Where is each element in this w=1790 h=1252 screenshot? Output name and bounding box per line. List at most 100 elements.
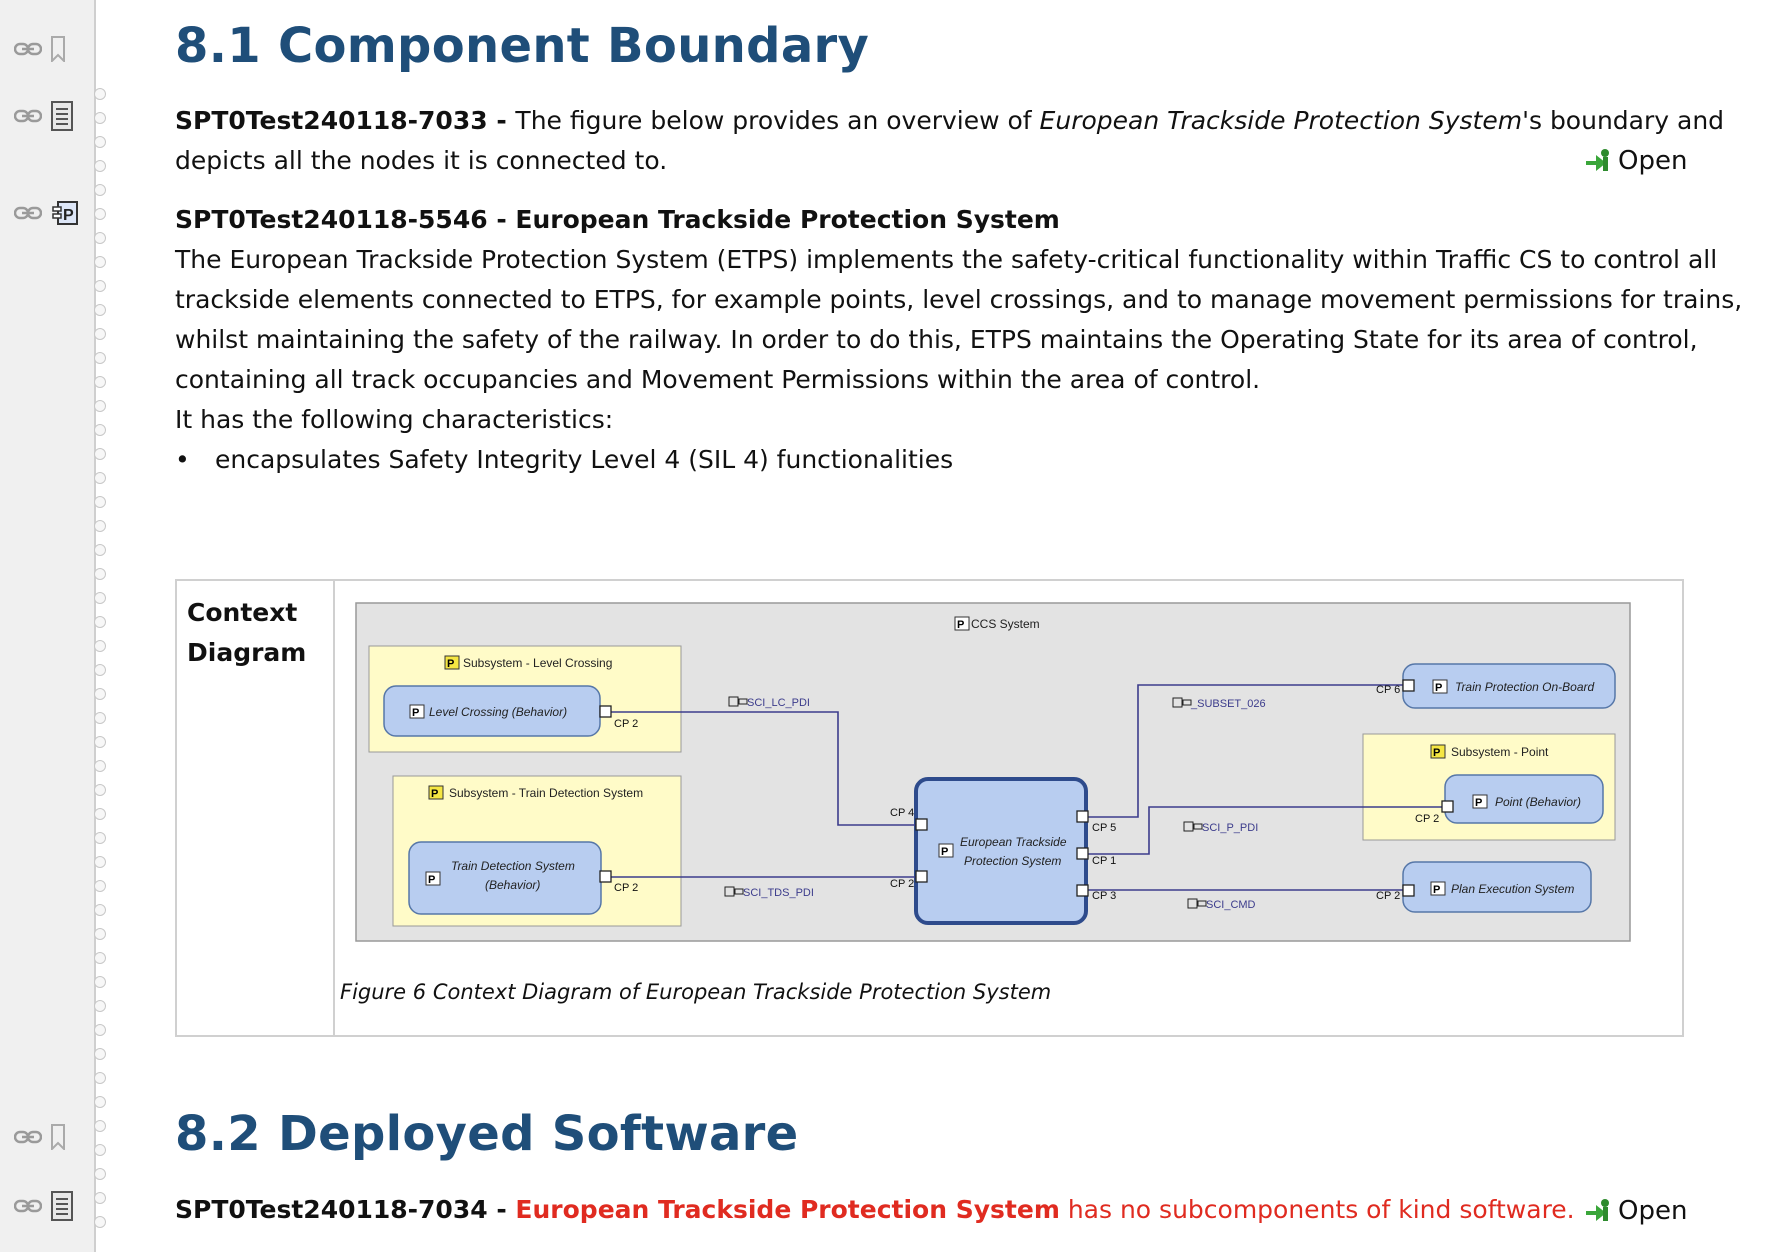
svg-text:P: P xyxy=(1433,884,1440,896)
svg-text:SCI_TDS_PDI: SCI_TDS_PDI xyxy=(743,887,814,899)
port-tds-cp2[interactable] xyxy=(599,870,612,883)
link-icon[interactable] xyxy=(14,205,42,221)
part-component-icon[interactable]: P xyxy=(50,200,78,226)
svg-text:SCI_P_PDI: SCI_P_PDI xyxy=(1202,822,1258,834)
gutter-dot xyxy=(94,952,106,964)
separator: - xyxy=(487,106,516,135)
svg-text:CP 2: CP 2 xyxy=(1415,813,1439,825)
separator: - xyxy=(487,1195,516,1224)
port-lc-cp2[interactable] xyxy=(599,705,612,718)
gutter-row-req-5546: P xyxy=(14,200,78,226)
gutter-dot xyxy=(94,616,106,628)
link-icon[interactable] xyxy=(14,108,42,124)
gutter-dot xyxy=(94,376,106,388)
gutter-dot xyxy=(94,712,106,724)
gutter-dot xyxy=(94,232,106,244)
svg-text:CP 2: CP 2 xyxy=(614,718,638,730)
gutter-row-heading-2 xyxy=(14,1124,66,1150)
svg-text:CCS System: CCS System xyxy=(971,617,1040,631)
port-etps-cp2[interactable] xyxy=(915,870,928,883)
svg-text:CP 3: CP 3 xyxy=(1092,890,1116,902)
gutter-dot xyxy=(94,424,106,436)
gutter-dot xyxy=(94,1192,106,1204)
level-crossing-behavior-label: P Level Crossing (Behavior) xyxy=(409,704,567,719)
gutter-dot xyxy=(94,1120,106,1132)
port-etps-cp3[interactable] xyxy=(1076,884,1089,897)
svg-text:P: P xyxy=(1475,797,1482,809)
gutter-dot xyxy=(94,904,106,916)
link-icon[interactable] xyxy=(14,41,42,57)
svg-text:P: P xyxy=(957,619,964,631)
svg-text:(Behavior): (Behavior) xyxy=(485,878,540,892)
svg-text:SCI_LC_PDI: SCI_LC_PDI xyxy=(747,697,810,709)
gutter-dot xyxy=(94,640,106,652)
gutter-dot xyxy=(94,280,106,292)
bullet-item: encapsulates Safety Integrity Level 4 (S… xyxy=(215,445,954,474)
gutter-dot xyxy=(94,1072,106,1084)
gutter-dot xyxy=(94,568,106,580)
gutter-dot xyxy=(94,544,106,556)
svg-text:CP 2: CP 2 xyxy=(1376,890,1400,902)
open-button[interactable]: Open xyxy=(1584,146,1687,176)
svg-text:P: P xyxy=(431,788,438,800)
open-arrow-icon xyxy=(1586,149,1609,171)
gutter-row-req-7034 xyxy=(14,1191,74,1221)
gutter-dot xyxy=(94,832,106,844)
gutter-dot xyxy=(94,112,106,124)
gutter-dot xyxy=(94,328,106,340)
gutter-dots xyxy=(94,88,108,1248)
svg-text:Point (Behavior): Point (Behavior) xyxy=(1495,795,1581,809)
bullet-dot: • xyxy=(175,445,190,474)
gutter-dot xyxy=(94,88,106,100)
open-button[interactable]: Open xyxy=(1584,1196,1687,1226)
ccs-system-title: P CCS System xyxy=(954,616,1040,631)
port-etps-cp4[interactable] xyxy=(915,818,928,831)
gutter-dot xyxy=(94,1048,106,1060)
subsystem-train-detection-title: P Subsystem - Train Detection System xyxy=(428,785,643,800)
gutter-dot xyxy=(94,160,106,172)
port-plan-cp2[interactable] xyxy=(1402,884,1415,897)
document-icon[interactable] xyxy=(50,1191,74,1221)
svg-text:CP 4: CP 4 xyxy=(890,807,914,819)
svg-text:P: P xyxy=(428,874,435,886)
gutter-dot xyxy=(94,1168,106,1180)
svg-text:CP 1: CP 1 xyxy=(1092,855,1116,867)
context-diagram[interactable]: P CCS System P Subsystem - Level Crossin… xyxy=(355,602,1631,942)
requirement-5546: SPT0Test240118-5546 - European Trackside… xyxy=(175,200,1742,480)
document-icon[interactable] xyxy=(50,101,74,131)
port-tpob-cp6[interactable] xyxy=(1402,679,1415,692)
gutter-row-heading-1 xyxy=(14,36,66,62)
gutter-dot xyxy=(94,520,106,532)
svg-text:CP 6: CP 6 xyxy=(1376,684,1400,696)
gutter-dot xyxy=(94,1096,106,1108)
section-heading-deployed-software: 8.2 Deployed Software xyxy=(175,1106,799,1162)
svg-text:SCI_CMD: SCI_CMD xyxy=(1206,899,1256,911)
gutter-dot xyxy=(94,136,106,148)
svg-text:Plan Execution System: Plan Execution System xyxy=(1451,882,1574,896)
link-icon[interactable] xyxy=(14,1198,42,1214)
gutter-dot xyxy=(94,760,106,772)
requirement-id[interactable]: SPT0Test240118-7034 xyxy=(175,1195,488,1224)
warning-text: has no subcomponents of kind software. xyxy=(1059,1195,1575,1224)
gutter-dot xyxy=(94,1000,106,1012)
requirement-7033: SPT0Test240118-7033 - The figure below p… xyxy=(175,101,1724,181)
bookmark-icon[interactable] xyxy=(50,1124,66,1150)
requirement-title[interactable]: SPT0Test240118-5546 - European Trackside… xyxy=(175,205,1060,234)
gutter-dot xyxy=(94,880,106,892)
gutter-dot xyxy=(94,1216,106,1228)
context-diagram-label: Context Diagram xyxy=(187,598,307,667)
p-glyph: P xyxy=(63,207,74,224)
link-icon[interactable] xyxy=(14,1129,42,1145)
port-etps-cp5[interactable] xyxy=(1076,810,1089,823)
port-etps-cp1[interactable] xyxy=(1076,847,1089,860)
svg-text:P: P xyxy=(412,707,419,719)
svg-text:CP 2: CP 2 xyxy=(890,878,914,890)
gutter-dot xyxy=(94,688,106,700)
gutter-dot xyxy=(94,736,106,748)
gutter-dot xyxy=(94,496,106,508)
svg-text:Train Protection On-Board: Train Protection On-Board xyxy=(1455,680,1594,694)
requirement-7034: SPT0Test240118-7034 - European Trackside… xyxy=(175,1190,1575,1230)
requirement-id[interactable]: SPT0Test240118-7033 xyxy=(175,106,488,135)
port-point-cp2[interactable] xyxy=(1441,800,1454,813)
bookmark-icon[interactable] xyxy=(50,36,66,62)
